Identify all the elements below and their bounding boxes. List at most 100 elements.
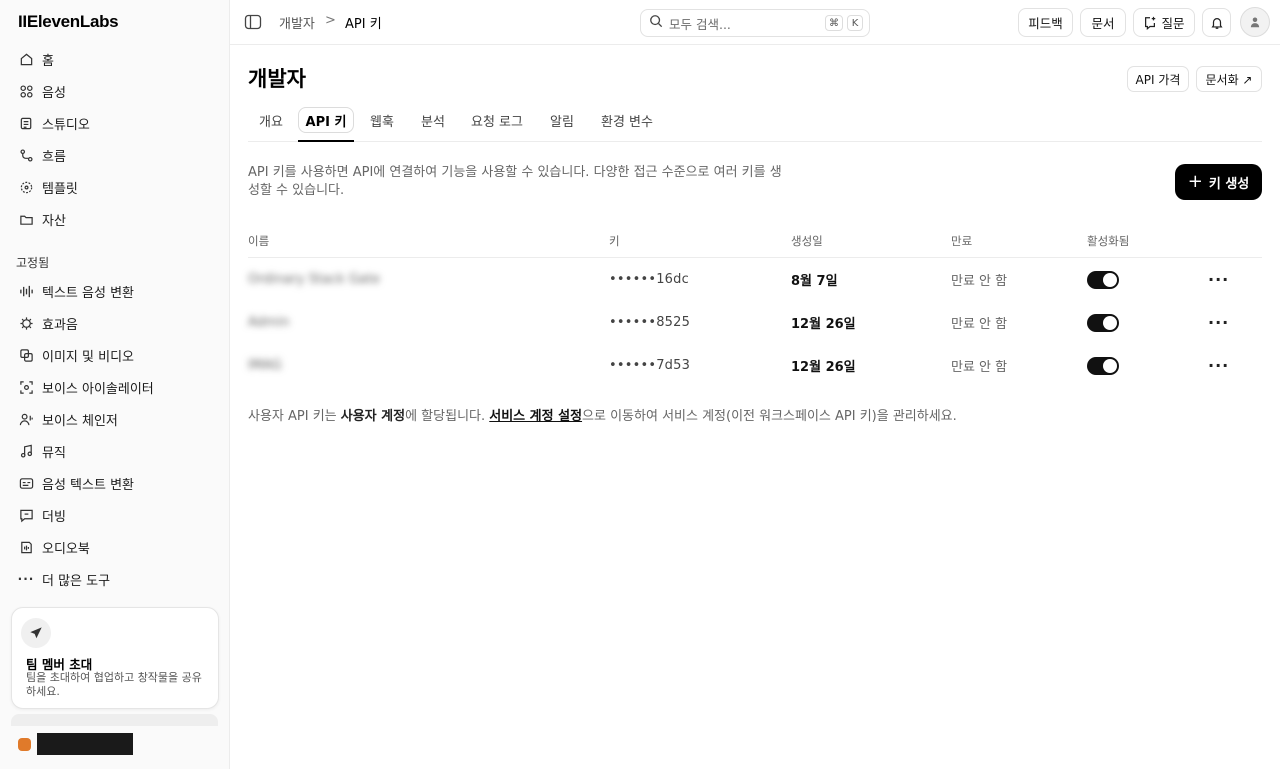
- enabled-toggle[interactable]: [1087, 313, 1119, 332]
- footnote: 사용자 API 키는 사용자 계정에 할당됩니다. 서비스 계정 설정으로 이동…: [248, 405, 957, 424]
- key-name-redacted: Admin: [248, 315, 290, 330]
- create-key-label: 키 생성: [1208, 176, 1250, 192]
- notifications-button[interactable]: [1202, 8, 1231, 37]
- sidebar-item-label: 오디오북: [42, 541, 90, 557]
- sidebar-item-audiobook[interactable]: 오디오북: [10, 531, 220, 563]
- sidebar-item-dubbing[interactable]: 더빙: [10, 499, 220, 531]
- voice-changer-icon: [18, 411, 34, 427]
- sidebar-item-label: 더빙: [42, 509, 66, 525]
- home-icon: [18, 51, 34, 67]
- expiry-value: 만료 안 함: [951, 317, 1008, 332]
- feedback-button[interactable]: 피드백: [1018, 8, 1073, 37]
- key-name-redacted: Ordinary Stack Gate: [248, 272, 380, 287]
- sidebar-item-music[interactable]: 뮤직: [10, 435, 220, 467]
- sidebar-toggle-icon[interactable]: [244, 14, 262, 30]
- enabled-toggle-cell: [1087, 301, 1119, 344]
- logo[interactable]: IIElevenLabs: [18, 12, 119, 32]
- breadcrumb-separator: >: [325, 13, 336, 28]
- column-header-key: 키: [609, 234, 620, 248]
- ask-button[interactable]: 질문: [1133, 8, 1195, 37]
- studio-icon: [18, 115, 34, 131]
- create-key-button[interactable]: + 키 생성: [1175, 164, 1262, 200]
- sidebar-item-speech-to-text[interactable]: 음성 텍스트 변환: [10, 467, 220, 499]
- account-switcher[interactable]: [18, 733, 133, 755]
- service-account-settings-link[interactable]: 서비스 계정 설정: [489, 409, 582, 424]
- created-date: 8월 7일: [791, 274, 838, 289]
- shortcut-cmd: ⌘: [825, 15, 843, 31]
- key-value: ••••••7d53: [609, 358, 691, 373]
- sidebar-item-flows[interactable]: 흐름: [10, 139, 220, 171]
- sidebar-item-image-video[interactable]: 이미지 및 비디오: [10, 339, 220, 371]
- sidebar-item-more-tools[interactable]: ··· 더 많은 도구: [10, 563, 220, 595]
- sidebar-item-label: 음성 텍스트 변환: [42, 477, 134, 493]
- sidebar-nav-pinned: 텍스트 음성 변환 효과음 이미지 및 비디오 보이스 아이솔레이터 보이스 체…: [10, 275, 220, 595]
- enabled-toggle[interactable]: [1087, 270, 1119, 289]
- table-row[interactable]: Ordinary Stack Gate ••••••16dc 8월 7일 만료 …: [248, 258, 1262, 301]
- row-menu-icon[interactable]: ···: [1208, 258, 1229, 301]
- column-header-enabled: 활성화됨: [1087, 234, 1130, 248]
- sidebar-item-voices[interactable]: 음성: [10, 75, 220, 107]
- sidebar-item-label: 흐름: [42, 149, 66, 165]
- key-name-redacted: IMAG: [248, 358, 282, 373]
- speech-to-text-icon: [18, 475, 34, 491]
- redacted-account-name: [37, 733, 133, 755]
- more-icon: ···: [17, 572, 35, 586]
- sidebar-item-label: 이미지 및 비디오: [42, 349, 134, 365]
- sidebar-item-studio[interactable]: 스튜디오: [10, 107, 220, 139]
- search-icon: [649, 14, 663, 32]
- created-date: 12월 26일: [791, 360, 856, 375]
- row-menu-icon[interactable]: ···: [1208, 301, 1229, 344]
- sidebar-item-partial[interactable]: [11, 714, 218, 726]
- invite-description: 팀을 초대하여 협업하고 창작물을 공유하세요.: [26, 671, 202, 698]
- invite-team-card[interactable]: 팀 멤버 초대 팀을 초대하여 협업하고 창작물을 공유하세요.: [11, 607, 219, 709]
- tab-overview[interactable]: 개요: [248, 107, 294, 133]
- enabled-toggle[interactable]: [1087, 356, 1119, 375]
- tab-webhooks[interactable]: 웹훅: [360, 107, 404, 133]
- key-value: ••••••16dc: [609, 272, 689, 287]
- table-row[interactable]: IMAG ••••••7d53 12월 26일 만료 안 함 ···: [248, 344, 1262, 387]
- sidebar: IIElevenLabs 홈 음성 스튜디오 흐름 템플릿 자산 고정됨 텍스트…: [0, 0, 230, 769]
- breadcrumb-parent[interactable]: 개발자: [279, 13, 315, 32]
- tab-analytics[interactable]: 분석: [412, 107, 454, 133]
- sidebar-item-label: 템플릿: [42, 181, 78, 197]
- enabled-toggle-cell: [1087, 258, 1119, 301]
- page-title: 개발자: [248, 67, 306, 91]
- row-menu-icon[interactable]: ···: [1208, 344, 1229, 387]
- sidebar-item-sound-effects[interactable]: 효과음: [10, 307, 220, 339]
- ask-label: 질문: [1161, 16, 1185, 31]
- image-video-icon: [18, 347, 34, 363]
- sidebar-item-label: 홈: [42, 53, 54, 69]
- breadcrumb-current: API 키: [345, 17, 382, 32]
- footnote-user-account: 사용자 계정: [340, 409, 406, 424]
- search-input[interactable]: 모두 검색... ⌘ K: [640, 9, 870, 37]
- sidebar-item-voice-changer[interactable]: 보이스 체인저: [10, 403, 220, 435]
- sidebar-item-home[interactable]: 홈: [10, 43, 220, 75]
- flows-icon: [18, 147, 34, 163]
- sidebar-item-label: 텍스트 음성 변환: [42, 285, 134, 301]
- user-avatar[interactable]: [1240, 7, 1270, 37]
- dubbing-icon: [18, 507, 34, 523]
- tab-api-keys[interactable]: API 키: [298, 107, 354, 142]
- pinned-section-label: 고정됨: [16, 256, 50, 270]
- table-row[interactable]: Admin ••••••8525 12월 26일 만료 안 함 ···: [248, 301, 1262, 344]
- voices-icon: [18, 83, 34, 99]
- tab-request-logs[interactable]: 요청 로그: [463, 107, 531, 133]
- sidebar-item-templates[interactable]: 템플릿: [10, 171, 220, 203]
- documentation-button[interactable]: 문서화 ↗: [1196, 66, 1262, 92]
- workspace-avatar: [18, 737, 31, 751]
- sound-effects-icon: [18, 315, 34, 331]
- created-date: 12월 26일: [791, 317, 856, 332]
- footnote-text: 으로 이동하여 서비스 계정(이전 워크스페이스 API 키)을 관리하세요.: [582, 409, 957, 424]
- api-pricing-button[interactable]: API 가격: [1127, 66, 1189, 92]
- tab-environment-variables[interactable]: 환경 변수: [592, 107, 662, 133]
- sidebar-item-label: 뮤직: [42, 445, 66, 461]
- chat-plus-icon: [1143, 16, 1157, 30]
- sidebar-item-text-to-speech[interactable]: 텍스트 음성 변환: [10, 275, 220, 307]
- sidebar-item-label: 음성: [42, 85, 66, 101]
- docs-button[interactable]: 문서: [1080, 8, 1126, 37]
- tab-notifications[interactable]: 알림: [541, 107, 583, 133]
- sidebar-nav-main: 홈 음성 스튜디오 흐름 템플릿 자산: [10, 43, 220, 235]
- enabled-toggle-cell: [1087, 344, 1119, 387]
- sidebar-item-voice-isolator[interactable]: 보이스 아이솔레이터: [10, 371, 220, 403]
- sidebar-item-assets[interactable]: 자산: [10, 203, 220, 235]
